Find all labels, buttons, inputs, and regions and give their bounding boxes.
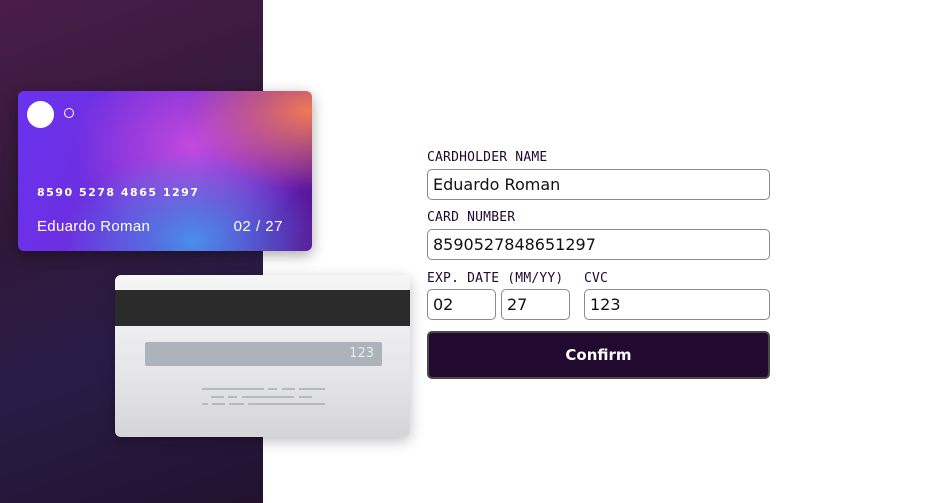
card-number-input[interactable] [427,229,770,260]
card-front-expiry: 02 / 27 [233,218,283,235]
decorative-line [202,388,264,390]
card-front-holder: Eduardo Roman [37,218,151,235]
card-back-preview: 123 [115,275,410,437]
decorative-line [299,388,325,390]
decorative-line [212,403,225,405]
signature-strip: 123 [145,342,382,366]
card-front-preview: 8590 5278 4865 1297 Eduardo Roman 02 / 2… [18,91,312,251]
decorative-line [211,396,224,398]
decorative-line [299,396,312,398]
exp-month-input[interactable] [427,289,496,320]
card-front-number: 8590 5278 4865 1297 [37,186,200,199]
cardholder-name-input[interactable] [427,169,770,200]
card-number-label: CARD NUMBER [427,210,516,225]
decorative-line [202,403,208,405]
decorative-line [242,396,294,398]
decorative-line [228,396,237,398]
card-logo-filled-circle-icon [27,101,54,128]
exp-date-label: EXP. DATE (MM/YY) [427,271,564,286]
card-back-cvc: 123 [349,346,374,361]
decorative-line [282,388,295,390]
cvc-input[interactable] [584,289,770,320]
exp-year-input[interactable] [501,289,570,320]
decorative-line [248,403,325,405]
cardholder-name-label: CARDHOLDER NAME [427,150,548,165]
cvc-label: CVC [584,271,609,286]
decorative-line [229,403,244,405]
magnetic-stripe [115,290,410,326]
card-logo-outline-circle-icon [64,108,74,118]
decorative-line [268,388,277,390]
confirm-button[interactable]: Confirm [427,331,770,379]
